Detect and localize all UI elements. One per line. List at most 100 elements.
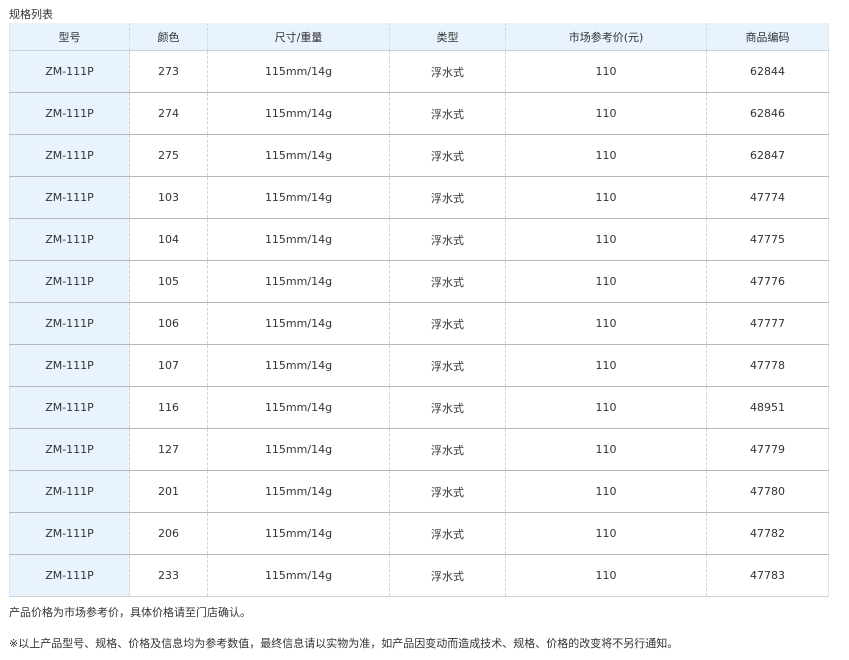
cell-price: 110 xyxy=(505,428,707,471)
table-row: ZM-111P 107 115mm/14g 浮水式 110 47778 xyxy=(9,344,829,387)
table-row: ZM-111P 275 115mm/14g 浮水式 110 62847 xyxy=(9,134,829,177)
cell-model: ZM-111P xyxy=(9,92,130,135)
cell-type: 浮水式 xyxy=(389,134,506,177)
cell-type: 浮水式 xyxy=(389,428,506,471)
table-row: ZM-111P 206 115mm/14g 浮水式 110 47782 xyxy=(9,512,829,555)
cell-type: 浮水式 xyxy=(389,176,506,219)
cell-type: 浮水式 xyxy=(389,386,506,429)
cell-size-weight: 115mm/14g xyxy=(207,92,390,135)
cell-color: 201 xyxy=(129,470,208,513)
cell-price: 110 xyxy=(505,260,707,303)
header-price: 市场参考价(元) xyxy=(505,23,707,51)
cell-type: 浮水式 xyxy=(389,92,506,135)
header-type: 类型 xyxy=(389,23,506,51)
cell-product-code: 62846 xyxy=(706,92,829,135)
table-caption: 规格列表 xyxy=(9,8,53,21)
header-row: 型号 颜色 尺寸/重量 类型 市场参考价(元) 商品编码 xyxy=(9,23,829,51)
cell-size-weight: 115mm/14g xyxy=(207,50,390,93)
cell-model: ZM-111P xyxy=(9,260,130,303)
cell-color: 206 xyxy=(129,512,208,555)
table-row: ZM-111P 274 115mm/14g 浮水式 110 62846 xyxy=(9,92,829,135)
cell-price: 110 xyxy=(505,50,707,93)
cell-color: 105 xyxy=(129,260,208,303)
cell-model: ZM-111P xyxy=(9,428,130,471)
cell-color: 107 xyxy=(129,344,208,387)
cell-type: 浮水式 xyxy=(389,554,506,597)
table-row: ZM-111P 104 115mm/14g 浮水式 110 47775 xyxy=(9,218,829,261)
cell-size-weight: 115mm/14g xyxy=(207,512,390,555)
cell-model: ZM-111P xyxy=(9,134,130,177)
cell-type: 浮水式 xyxy=(389,512,506,555)
cell-price: 110 xyxy=(505,176,707,219)
cell-price: 110 xyxy=(505,92,707,135)
cell-type: 浮水式 xyxy=(389,50,506,93)
cell-size-weight: 115mm/14g xyxy=(207,218,390,261)
cell-model: ZM-111P xyxy=(9,386,130,429)
cell-color: 116 xyxy=(129,386,208,429)
cell-product-code: 47779 xyxy=(706,428,829,471)
cell-price: 110 xyxy=(505,470,707,513)
cell-product-code: 47777 xyxy=(706,302,829,345)
cell-product-code: 47774 xyxy=(706,176,829,219)
cell-size-weight: 115mm/14g xyxy=(207,134,390,177)
cell-product-code: 62844 xyxy=(706,50,829,93)
cell-price: 110 xyxy=(505,134,707,177)
cell-type: 浮水式 xyxy=(389,344,506,387)
cell-model: ZM-111P xyxy=(9,344,130,387)
cell-price: 110 xyxy=(505,302,707,345)
header-color: 颜色 xyxy=(129,23,208,51)
spec-table: 型号 颜色 尺寸/重量 类型 市场参考价(元) 商品编码 ZM-111P 273 1… xyxy=(9,23,829,597)
cell-type: 浮水式 xyxy=(389,260,506,303)
table-row: ZM-111P 106 115mm/14g 浮水式 110 47777 xyxy=(9,302,829,345)
cell-size-weight: 115mm/14g xyxy=(207,260,390,303)
table-row: ZM-111P 233 115mm/14g 浮水式 110 47783 xyxy=(9,554,829,597)
cell-color: 273 xyxy=(129,50,208,93)
cell-model: ZM-111P xyxy=(9,218,130,261)
cell-color: 275 xyxy=(129,134,208,177)
cell-price: 110 xyxy=(505,512,707,555)
disclaimer-note: ※以上产品型号、规格、价格及信息均为参考数值，最终信息请以实物为准，如产品因变动… xyxy=(9,637,679,650)
cell-type: 浮水式 xyxy=(389,470,506,513)
cell-color: 103 xyxy=(129,176,208,219)
cell-type: 浮水式 xyxy=(389,218,506,261)
cell-model: ZM-111P xyxy=(9,176,130,219)
cell-product-code: 47776 xyxy=(706,260,829,303)
cell-size-weight: 115mm/14g xyxy=(207,554,390,597)
cell-size-weight: 115mm/14g xyxy=(207,344,390,387)
price-note: 产品价格为市场参考价，具体价格请至门店确认。 xyxy=(9,606,251,619)
spec-table-body: ZM-111P 273 115mm/14g 浮水式 110 62844 ZM-111P 274… xyxy=(9,50,829,597)
cell-size-weight: 115mm/14g xyxy=(207,176,390,219)
cell-product-code: 47775 xyxy=(706,218,829,261)
spec-table-header: 型号 颜色 尺寸/重量 类型 市场参考价(元) 商品编码 xyxy=(9,23,829,51)
cell-price: 110 xyxy=(505,554,707,597)
table-row: ZM-111P 105 115mm/14g 浮水式 110 47776 xyxy=(9,260,829,303)
cell-size-weight: 115mm/14g xyxy=(207,302,390,345)
cell-product-code: 48951 xyxy=(706,386,829,429)
cell-model: ZM-111P xyxy=(9,512,130,555)
header-product-code: 商品编码 xyxy=(706,23,829,51)
cell-color: 127 xyxy=(129,428,208,471)
cell-product-code: 62847 xyxy=(706,134,829,177)
cell-model: ZM-111P xyxy=(9,50,130,93)
cell-size-weight: 115mm/14g xyxy=(207,470,390,513)
header-model: 型号 xyxy=(9,23,130,51)
cell-price: 110 xyxy=(505,386,707,429)
table-row: ZM-111P 116 115mm/14g 浮水式 110 48951 xyxy=(9,386,829,429)
table-row: ZM-111P 103 115mm/14g 浮水式 110 47774 xyxy=(9,176,829,219)
cell-color: 104 xyxy=(129,218,208,261)
cell-model: ZM-111P xyxy=(9,302,130,345)
cell-color: 106 xyxy=(129,302,208,345)
cell-size-weight: 115mm/14g xyxy=(207,428,390,471)
cell-color: 233 xyxy=(129,554,208,597)
cell-product-code: 47780 xyxy=(706,470,829,513)
cell-type: 浮水式 xyxy=(389,302,506,345)
cell-product-code: 47783 xyxy=(706,554,829,597)
cell-model: ZM-111P xyxy=(9,554,130,597)
header-size-weight: 尺寸/重量 xyxy=(207,23,390,51)
table-row: ZM-111P 127 115mm/14g 浮水式 110 47779 xyxy=(9,428,829,471)
cell-price: 110 xyxy=(505,344,707,387)
table-row: ZM-111P 273 115mm/14g 浮水式 110 62844 xyxy=(9,50,829,93)
cell-product-code: 47782 xyxy=(706,512,829,555)
cell-model: ZM-111P xyxy=(9,470,130,513)
cell-size-weight: 115mm/14g xyxy=(207,386,390,429)
